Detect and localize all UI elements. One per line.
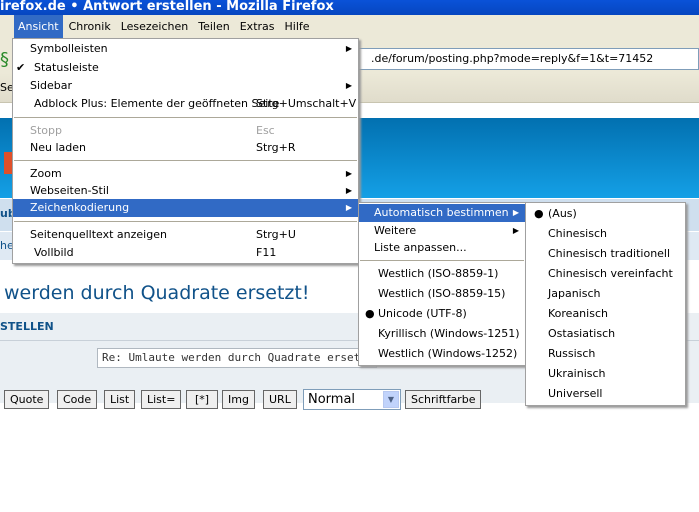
submenu-arrow-icon: ▶ (512, 226, 519, 235)
submenu-arrow-icon: ▶ (345, 203, 352, 212)
menu-item-webseiten-stil[interactable]: Webseiten-Stil ▶ (13, 182, 358, 199)
auto-detect-menu: ● (Aus) Chinesisch Chinesisch traditionel… (525, 202, 686, 406)
menu-item-ostasiatisch[interactable]: Ostasiatisch (526, 324, 685, 344)
menu-item-automatisch[interactable]: Automatisch bestimmen ▶ (359, 204, 525, 222)
menu-item-iso-8859-15[interactable]: Westlich (ISO-8859-15) (359, 284, 525, 304)
section-title: STELLEN (0, 320, 54, 333)
menu-item-japanisch[interactable]: Japanisch (526, 284, 685, 304)
menu-fragment (0, 15, 12, 38)
menu-item-windows-1252[interactable]: Westlich (Windows-1252) (359, 344, 525, 364)
menu-separator (14, 117, 357, 118)
list-button[interactable]: List (104, 390, 136, 409)
menu-item-neu-laden[interactable]: Neu laden Strg+R (13, 139, 358, 156)
quote-button[interactable]: Quote (4, 390, 50, 409)
submenu-arrow-icon: ▶ (512, 208, 519, 217)
subject-input[interactable]: Re: Umlaute werden durch Quadrate ersetz… (97, 348, 377, 368)
code-button[interactable]: Code (57, 390, 98, 409)
font-size-select[interactable]: Normal ▼ (303, 389, 401, 410)
menu-teilen[interactable]: Teilen (194, 15, 233, 38)
menu-item-adblock[interactable]: Adblock Plus: Elemente der geöffneten Se… (13, 95, 358, 113)
window-title: irefox.de • Antwort erstellen - Mozilla … (0, 0, 699, 15)
radio-dot-icon: ● (365, 307, 375, 320)
menu-item-liste-anpassen[interactable]: Liste anpassen... (359, 239, 525, 257)
menu-hilfe[interactable]: Hilfe (281, 15, 314, 38)
menu-separator (360, 260, 524, 261)
menu-item-chinesisch[interactable]: Chinesisch (526, 224, 685, 244)
list-item-button[interactable]: [*] (186, 390, 219, 409)
img-button[interactable]: Img (222, 390, 255, 409)
submenu-arrow-icon: ▶ (345, 44, 352, 53)
menu-item-russisch[interactable]: Russisch (526, 344, 685, 364)
menu-item-koreanisch[interactable]: Koreanisch (526, 304, 685, 324)
menu-item-seitenquelltext[interactable]: Seitenquelltext anzeigen Strg+U (13, 226, 358, 244)
menu-item-vollbild[interactable]: Vollbild F11 (13, 244, 358, 262)
submenu-arrow-icon: ▶ (345, 186, 352, 195)
home-icon[interactable]: § (0, 48, 12, 72)
url-button[interactable]: URL (263, 390, 297, 409)
submenu-arrow-icon: ▶ (345, 81, 352, 90)
submenu-arrow-icon: ▶ (345, 169, 352, 178)
font-color-button[interactable]: Schriftfarbe (405, 390, 482, 409)
menu-item-zeichenkodierung[interactable]: Zeichenkodierung ▶ (13, 199, 358, 217)
menu-item-aus[interactable]: ● (Aus) (526, 204, 685, 224)
menu-separator (14, 221, 357, 222)
list-equals-button[interactable]: List= (141, 390, 182, 409)
menu-extras[interactable]: Extras (236, 15, 279, 38)
topic-heading: werden durch Quadrate ersetzt! (4, 282, 310, 304)
menu-item-zoom[interactable]: Zoom ▶ (13, 165, 358, 182)
menu-item-utf-8[interactable]: ● Unicode (UTF-8) (359, 304, 525, 324)
menu-item-iso-8859-1[interactable]: Westlich (ISO-8859-1) (359, 264, 525, 284)
radio-dot-icon: ● (534, 207, 544, 220)
menu-ansicht[interactable]: Ansicht (14, 15, 63, 38)
encoding-menu: Automatisch bestimmen ▶ Weitere ▶ Liste an… (358, 202, 526, 366)
menu-item-ukrainisch[interactable]: Ukrainisch (526, 364, 685, 384)
menu-item-statusleiste[interactable]: ✔ Statusleiste (13, 58, 358, 77)
url-bar[interactable]: .de/forum/posting.php?mode=reply&f=1&t=7… (300, 48, 699, 70)
menu-item-sidebar[interactable]: Sidebar ▶ (13, 77, 358, 95)
menubar: Ansicht Chronik Lesezeichen Teilen Extra… (0, 15, 699, 38)
menu-item-symbolleisten[interactable]: Symbolleisten ▶ (13, 40, 358, 58)
chevron-down-icon[interactable]: ▼ (383, 391, 399, 408)
menu-item-windows-1251[interactable]: Kyrillisch (Windows-1251) (359, 324, 525, 344)
menu-item-universell[interactable]: Universell (526, 384, 685, 404)
menu-item-chinesisch-vereinfacht[interactable]: Chinesisch vereinfacht (526, 264, 685, 284)
menu-lesezeichen[interactable]: Lesezeichen (117, 15, 193, 38)
logo (4, 152, 12, 174)
menu-item-weitere[interactable]: Weitere ▶ (359, 222, 525, 239)
menu-item-chinesisch-traditionell[interactable]: Chinesisch traditionell (526, 244, 685, 264)
menu-item-stopp: Stopp Esc (30, 124, 275, 137)
menu-chronik[interactable]: Chronik (65, 15, 115, 38)
menu-separator (14, 160, 357, 161)
font-size-value: Normal (308, 392, 356, 407)
view-menu: Symbolleisten ▶ ✔ Statusleiste Sidebar ▶ Ad… (12, 38, 359, 264)
checkmark-icon: ✔ (16, 61, 26, 74)
